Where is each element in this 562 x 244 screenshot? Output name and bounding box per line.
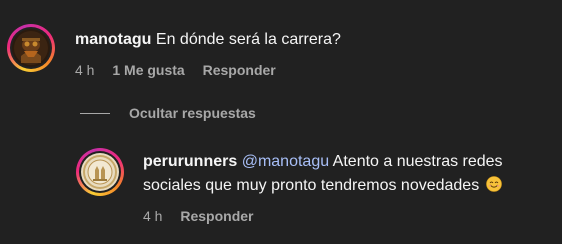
comment-time: 4 h xyxy=(75,62,95,78)
comment-reply-button[interactable]: Responder xyxy=(203,62,276,78)
avatar-perurunners[interactable] xyxy=(76,148,124,196)
reply-username[interactable]: perurunners xyxy=(143,153,237,170)
reply-body-line1: perurunners @manotagu Atento a nuestras … xyxy=(143,151,503,173)
hide-replies-button[interactable]: Ocultar respuestas xyxy=(80,103,256,123)
reply-meta: 4 h Responder xyxy=(143,207,267,225)
reply-text-line2: sociales que muy pronto tendremos noveda… xyxy=(143,177,480,194)
comment-body: manotagu En dónde será la carrera? xyxy=(75,29,341,51)
comment-text: En dónde será la carrera? xyxy=(155,31,341,48)
avatar-manotagu[interactable] xyxy=(7,24,55,72)
comment-username[interactable]: manotagu xyxy=(75,31,151,48)
reply-reply-button[interactable]: Responder xyxy=(180,208,253,224)
comments-panel: manotagu En dónde será la carrera? 4 h 1… xyxy=(0,0,562,244)
comment-likes[interactable]: 1 Me gusta xyxy=(112,62,184,78)
reply-mention[interactable]: @manotagu xyxy=(242,153,329,170)
smiling-face-icon xyxy=(485,176,502,192)
reply-body-line2: sociales que muy pronto tendremos noveda… xyxy=(143,175,502,197)
replies-divider xyxy=(80,112,110,114)
reply-time: 4 h xyxy=(143,208,163,224)
comment-meta: 4 h 1 Me gusta Responder xyxy=(75,61,290,79)
reply-text-line1: Atento a nuestras redes xyxy=(332,153,503,170)
hide-replies-label: Ocultar respuestas xyxy=(129,105,256,121)
avatar-logo xyxy=(81,153,119,191)
avatar-photo xyxy=(12,29,50,67)
